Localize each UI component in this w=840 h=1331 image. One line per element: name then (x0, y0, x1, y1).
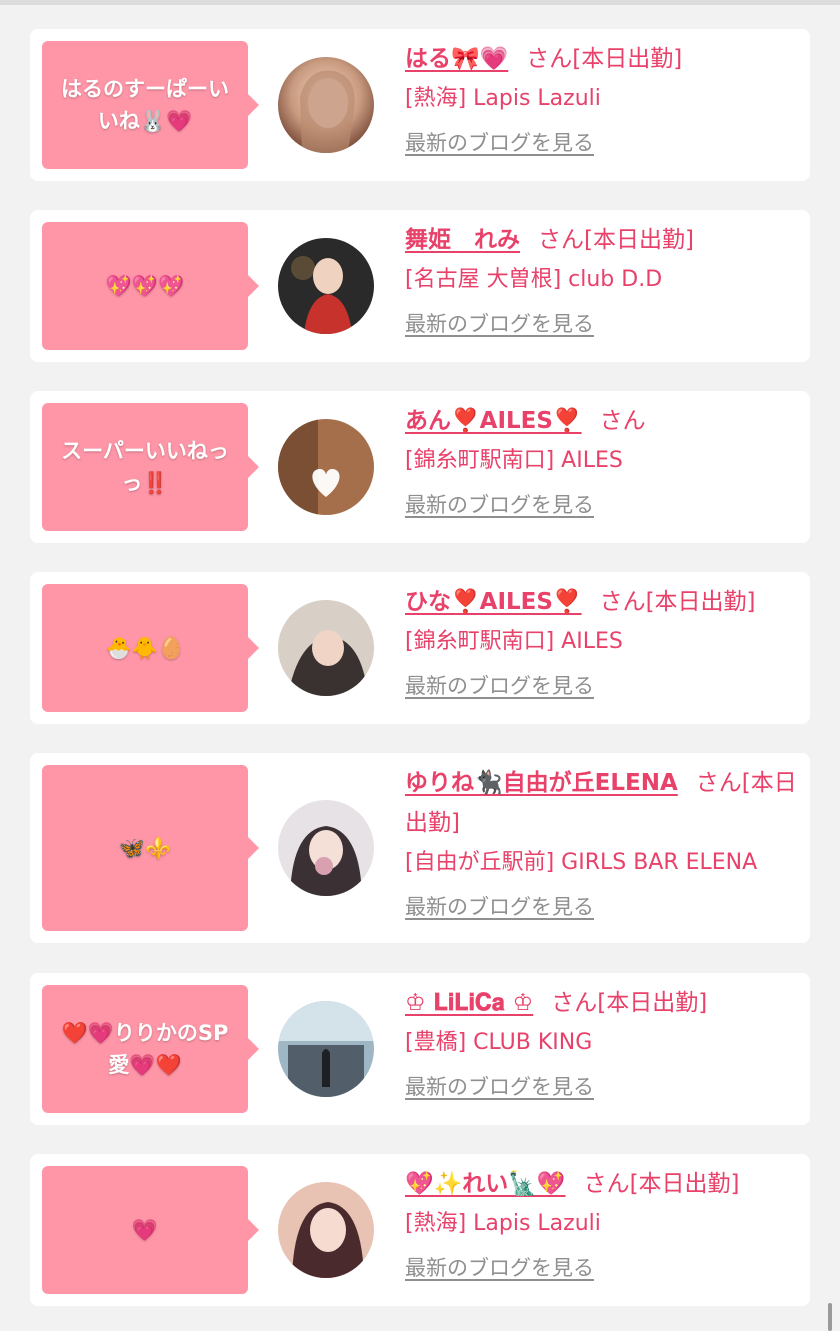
comment-line: はるのすーぱーい (61, 77, 229, 101)
latest-blog-link[interactable]: 最新のブログを見る (405, 1248, 594, 1288)
latest-blog-link[interactable]: 最新のブログを見る (405, 485, 594, 525)
entry-info: はる🎀💗 さん[本日出勤] [熱海] Lapis Lazuli 最新のブログを見る (405, 39, 800, 163)
list-item: はるのすーぱーい いね🐰💗 はる🎀💗 さん[本日出勤] [熱海] Lapis La… (30, 29, 810, 181)
user-name-link[interactable]: 💖✨れい🗽💖 (405, 1171, 566, 1197)
status-text: さん[本日出勤] (526, 46, 683, 72)
shop-name: [熱海] Lapis Lazuli (405, 86, 601, 111)
avatar[interactable] (278, 57, 374, 153)
comment-bubble: スーパーいいねっ っ‼️ (42, 403, 259, 531)
latest-blog-link[interactable]: 最新のブログを見る (405, 1067, 594, 1107)
shop-name: [豊橋] CLUB KING (405, 1030, 593, 1055)
comment-bubble: ❤️💗りりかのSP 愛💗❤️ (42, 985, 259, 1113)
comment-line: スーパーいいねっ (61, 439, 229, 463)
avatar[interactable] (278, 238, 374, 334)
scrollbar-thumb[interactable] (828, 1303, 832, 1331)
comment-line: いね🐰💗 (97, 109, 193, 133)
status-text: さん[本日出勤] (583, 1171, 740, 1197)
status-text: さん[本日出勤] (538, 227, 694, 253)
comment-line: 🦋⚜️ (118, 836, 172, 860)
user-name-link[interactable]: はる🎀💗 (405, 46, 508, 72)
avatar[interactable] (278, 800, 374, 896)
user-name-link[interactable]: ひな❣️AILES❣️ (405, 589, 582, 615)
shop-name: [名古屋 大曽根] club D.D (405, 267, 663, 292)
shop-name: [熱海] Lapis Lazuli (405, 1211, 601, 1236)
entry-info: ♔ 𝐋𝐢𝐋𝐢𝐂𝐚 ♔ さん[本日出勤] [豊橋] CLUB KING 最新のブログ… (405, 983, 800, 1107)
entry-info: あん❣️AILES❣️ さん [錦糸町駅南口] AILES 最新のブログを見る (405, 401, 800, 525)
comment-bubble: 🐣🐥🥚 (42, 584, 259, 712)
avatar[interactable] (278, 600, 374, 696)
comment-line: 💗 (131, 1218, 159, 1242)
top-divider (0, 0, 840, 5)
list-item: スーパーいいねっ っ‼️ あん❣️AILES❣️ さん [錦糸町駅南口] AILE… (30, 391, 810, 543)
latest-blog-link[interactable]: 最新のブログを見る (405, 123, 594, 163)
avatar[interactable] (278, 1182, 374, 1278)
user-name-link[interactable]: 舞姫 れみ (405, 227, 520, 253)
status-text: さん (599, 408, 646, 434)
avatar[interactable] (278, 1001, 374, 1097)
shop-name: [錦糸町駅南口] AILES (405, 629, 623, 654)
entry-info: ゆりね🐈‍⬛自由が丘ELENA さん[本日出勤] [自由が丘駅前] GIRLS B… (405, 763, 800, 927)
shop-name: [錦糸町駅南口] AILES (405, 448, 623, 473)
list-item: 💗 💖✨れい🗽💖 さん[本日出勤] [熱海] Lapis Lazuli 最新のブロ… (30, 1154, 810, 1306)
comment-bubble: 💖💖💖 (42, 222, 259, 350)
list-item: 🐣🐥🥚 ひな❣️AILES❣️ さん[本日出勤] [錦糸町駅南口] AILES 最… (30, 572, 810, 724)
comment-bubble: 🦋⚜️ (42, 765, 259, 931)
comment-bubble: はるのすーぱーい いね🐰💗 (42, 41, 259, 169)
status-text: さん[本日出勤] (551, 990, 708, 1016)
list-item: 🦋⚜️ ゆりね🐈‍⬛自由が丘ELENA さん[本日出勤] [自由が丘駅前] GIR… (30, 753, 810, 943)
latest-blog-link[interactable]: 最新のブログを見る (405, 304, 594, 344)
comment-line: 💖💖💖 (105, 274, 185, 298)
comment-line: っ‼️ (121, 471, 169, 495)
comment-bubble: 💗 (42, 1166, 259, 1294)
user-name-link[interactable]: ♔ 𝐋𝐢𝐋𝐢𝐂𝐚 ♔ (405, 990, 533, 1016)
avatar[interactable] (278, 419, 374, 515)
comment-line: ❤️💗りりかのSP (61, 1021, 229, 1045)
list-item: 💖💖💖 舞姫 れみ さん[本日出勤] [名古屋 大曽根] club D.D 最新の… (30, 210, 810, 362)
entry-info: ひな❣️AILES❣️ さん[本日出勤] [錦糸町駅南口] AILES 最新のブロ… (405, 582, 800, 706)
shop-name: [自由が丘駅前] GIRLS BAR ELENA (405, 850, 758, 875)
entry-info: 💖✨れい🗽💖 さん[本日出勤] [熱海] Lapis Lazuli 最新のブログを… (405, 1164, 800, 1288)
user-name-link[interactable]: ゆりね🐈‍⬛自由が丘ELENA (405, 770, 678, 796)
user-name-link[interactable]: あん❣️AILES❣️ (405, 408, 582, 434)
entry-info: 舞姫 れみ さん[本日出勤] [名古屋 大曽根] club D.D 最新のブログを… (405, 220, 800, 344)
status-text: さん[本日出勤] (599, 589, 756, 615)
comment-line: 🐣🐥🥚 (105, 636, 185, 660)
latest-blog-link[interactable]: 最新のブログを見る (405, 887, 594, 927)
comment-line: 愛💗❤️ (108, 1053, 182, 1077)
list-item: ❤️💗りりかのSP 愛💗❤️ ♔ 𝐋𝐢𝐋𝐢𝐂𝐚 ♔ さん[本日出勤] [豊橋] C… (30, 973, 810, 1125)
latest-blog-link[interactable]: 最新のブログを見る (405, 666, 594, 706)
